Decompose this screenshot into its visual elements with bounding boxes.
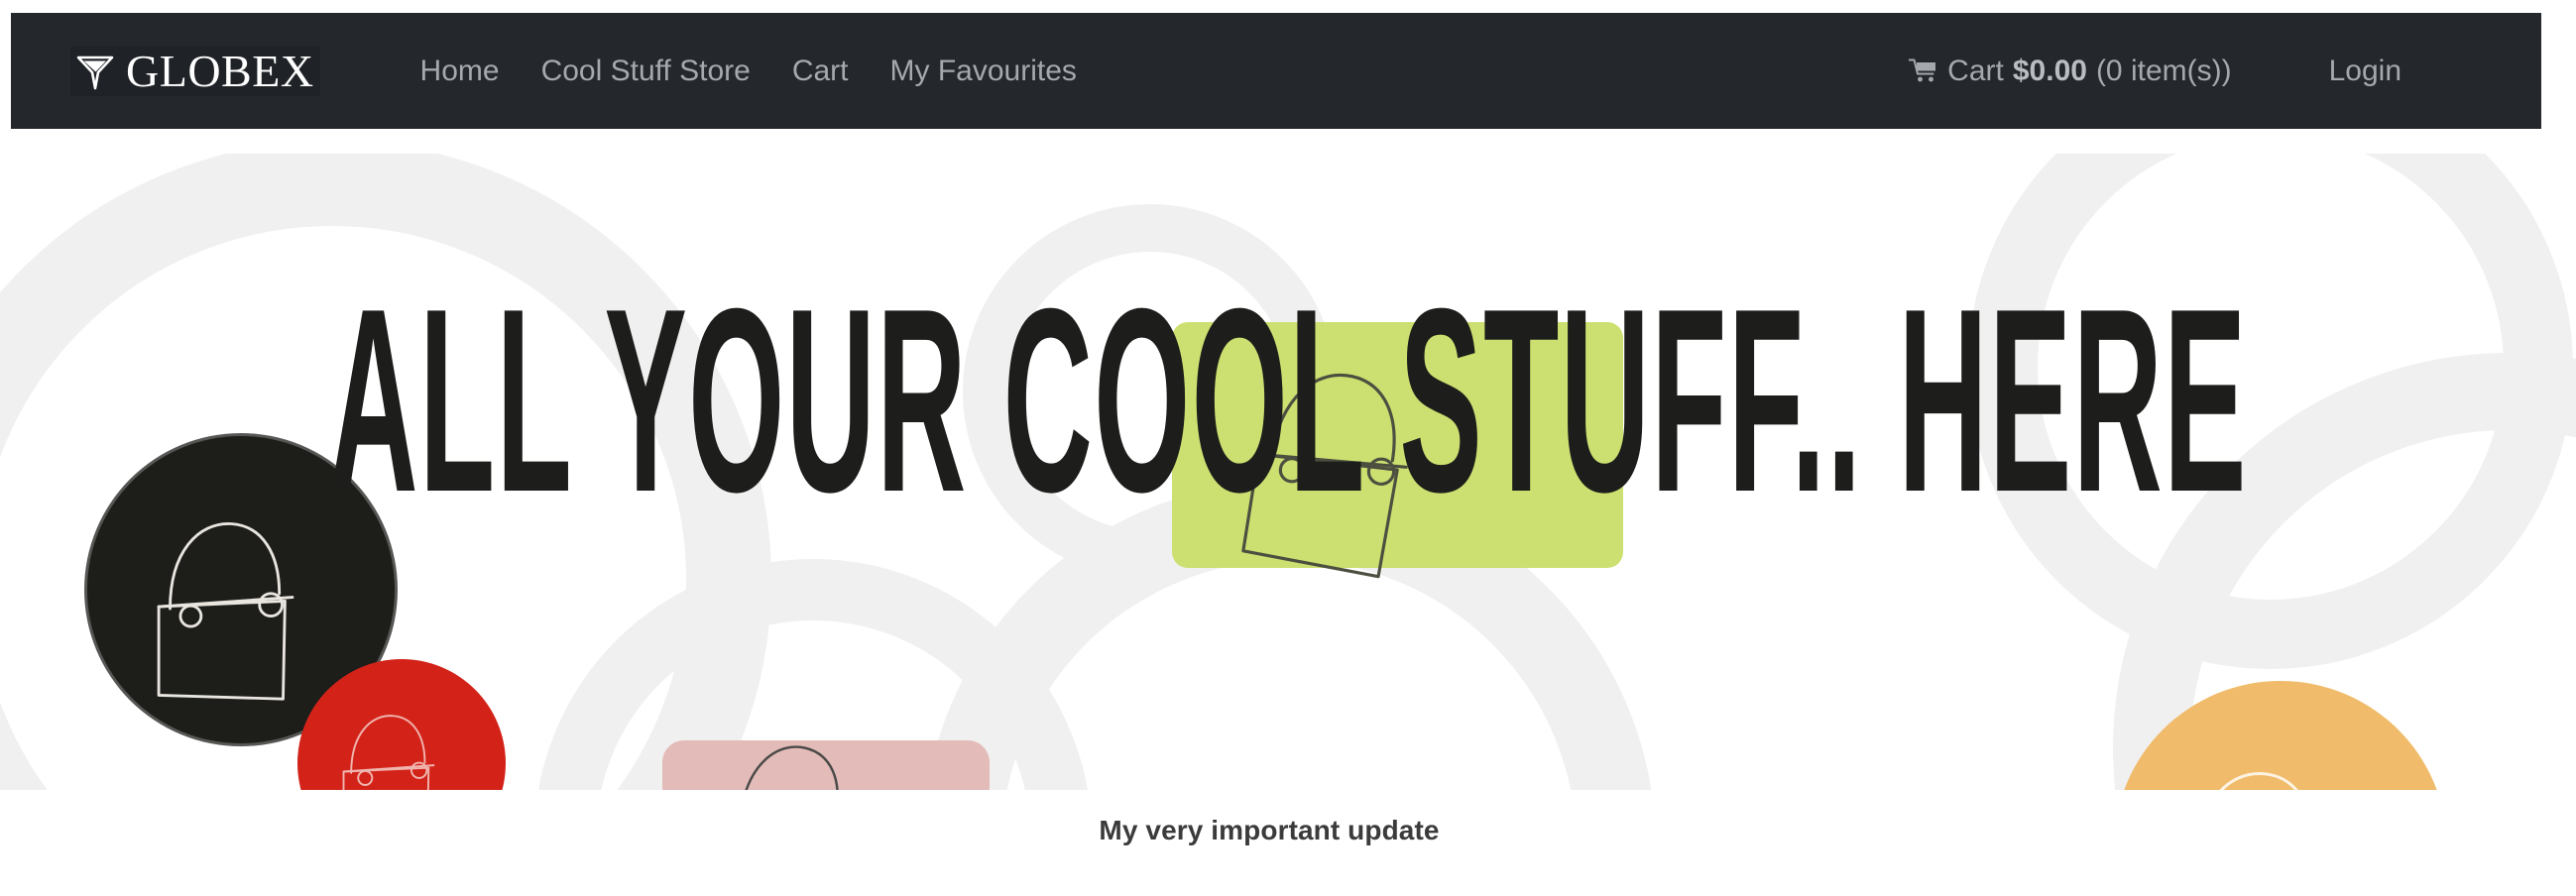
update-message: My very important update [1099,815,1440,845]
cart-total-amount: $0.00 [2012,54,2087,87]
hero-headline: ALL YOUR COOL STUFF.. HERE [328,254,2247,546]
nav-item-home: Home [400,56,521,86]
cart-label: Cart [1947,54,2004,87]
nav-link-my-favourites[interactable]: My Favourites [870,55,1098,87]
shopping-cart-icon [1908,58,1938,84]
hero-illustration: ALL YOUR COOL STUFF.. HERE [0,154,2576,790]
brand-logo-link[interactable]: GLOBEX [70,45,320,96]
cart-summary-link[interactable]: Cart $0.00 (0 item(s)) [1888,56,2252,86]
nav-item-my-favourites: My Favourites [870,56,1098,86]
login-link[interactable]: Login [2308,56,2422,86]
nav-link-cart[interactable]: Cart [771,55,870,87]
hero-banner[interactable]: ALL YOUR COOL STUFF.. HERE [0,154,2576,790]
funnel-triangle-icon [74,51,116,92]
cart-item-count: (0 item(s)) [2095,54,2232,87]
nav-link-cool-stuff-store[interactable]: Cool Stuff Store [521,55,771,87]
primary-nav: Home Cool Stuff Store Cart My Favourites [400,56,1098,86]
main-navbar: GLOBEX Home Cool Stuff Store Cart My Fav… [11,13,2541,129]
nav-link-home[interactable]: Home [400,55,521,87]
brand-name: GLOBEX [126,45,314,96]
hero-shape-pink [662,735,990,790]
nav-item-cart: Cart [771,56,870,86]
nav-item-cool-stuff-store: Cool Stuff Store [521,56,771,86]
navbar-right-group: Cart $0.00 (0 item(s)) Login [1888,56,2541,86]
